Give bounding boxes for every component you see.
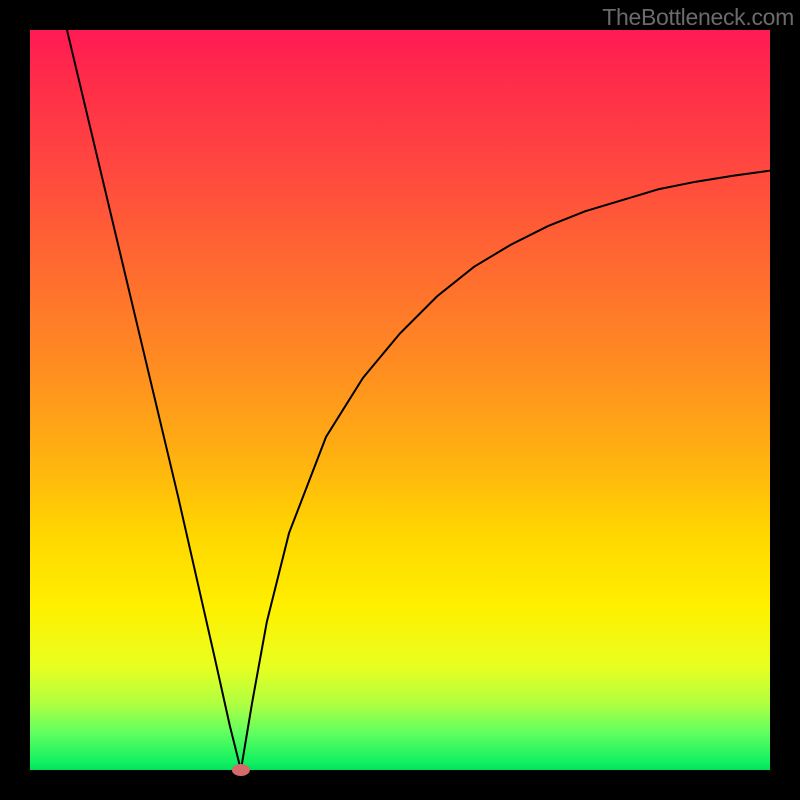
curve-right-branch (241, 171, 770, 770)
chart-frame: TheBottleneck.com (0, 0, 800, 800)
watermark-text: TheBottleneck.com (602, 4, 794, 31)
curve-layer (30, 30, 770, 770)
curve-left-branch (67, 30, 241, 770)
minimum-marker (232, 764, 250, 776)
plot-area (30, 30, 770, 770)
